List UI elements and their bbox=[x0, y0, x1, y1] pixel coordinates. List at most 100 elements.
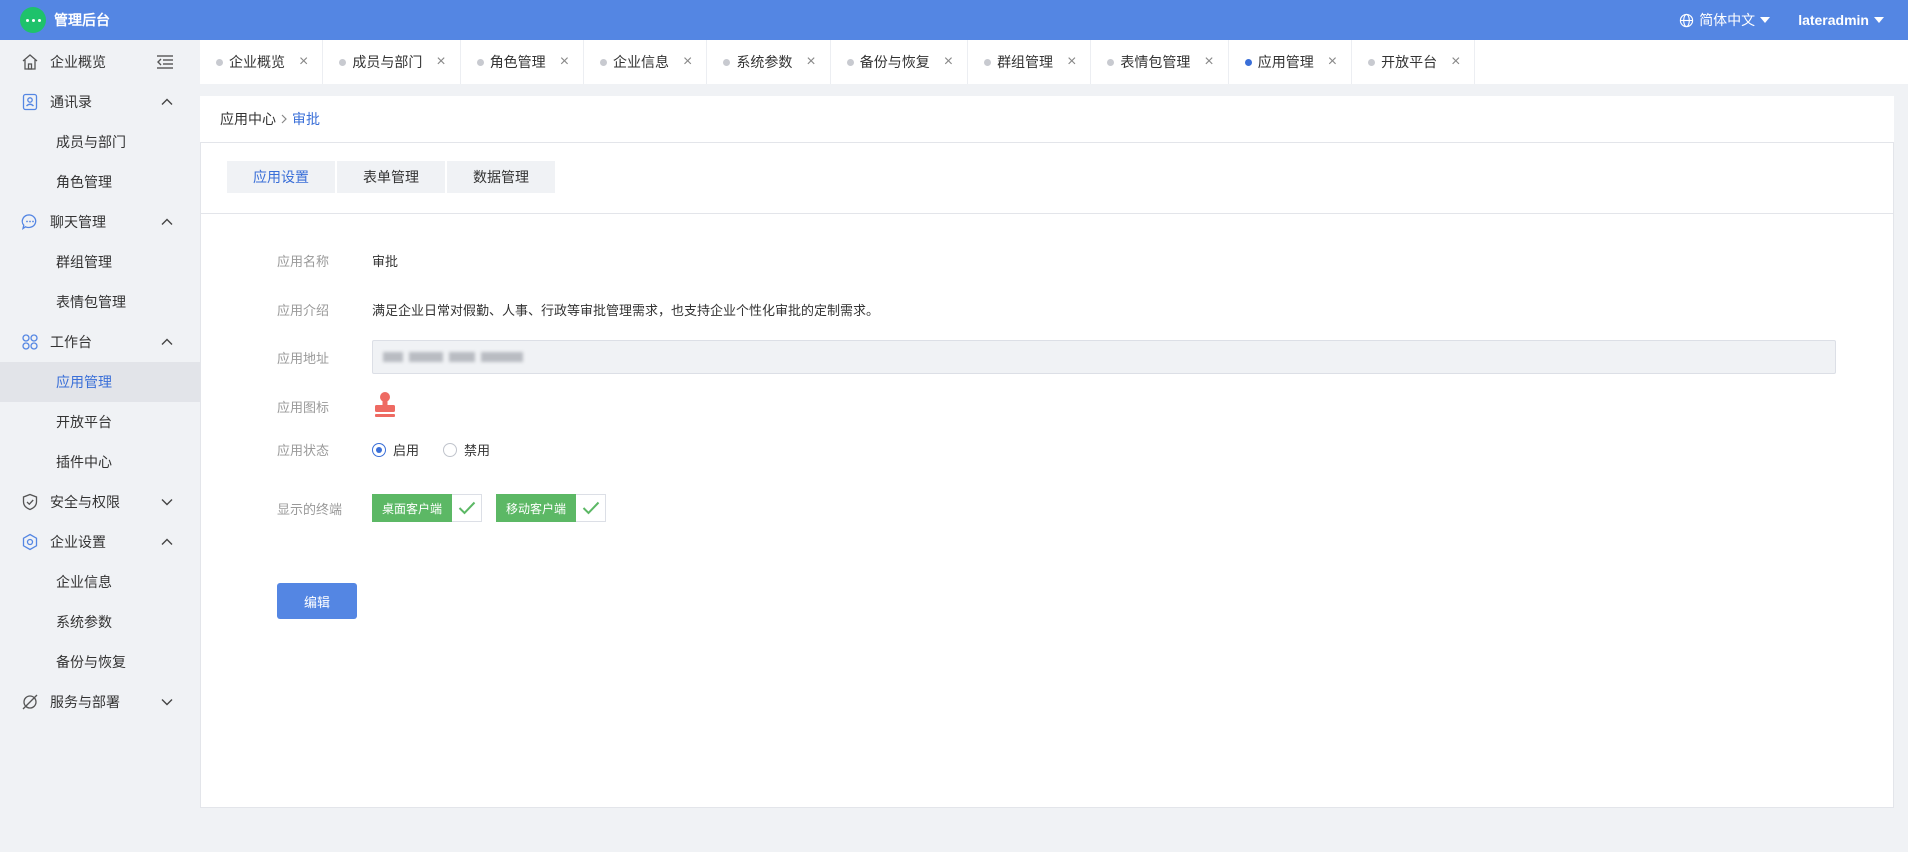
terminal-desktop-label: 桌面客户端 bbox=[372, 494, 453, 522]
language-selector[interactable]: 简体中文 bbox=[1679, 10, 1771, 30]
tab-stickers[interactable]: 表情包管理 × bbox=[1091, 40, 1229, 84]
close-icon[interactable]: × bbox=[944, 54, 953, 70]
app-intro-row: 应用介绍 满足企业日常对假勤、人事、行政等审批管理需求，也支持企业个性化审批的定… bbox=[277, 300, 879, 319]
redacted-address bbox=[383, 352, 523, 362]
terminal-mobile-label: 移动客户端 bbox=[496, 494, 577, 522]
tab-label: 开放平台 bbox=[1381, 54, 1438, 70]
tab-label: 成员与部门 bbox=[352, 54, 423, 70]
tab-label: 企业概览 bbox=[229, 54, 285, 70]
terminals-label: 显示的终端 bbox=[277, 501, 343, 517]
terminal-mobile-tag[interactable]: 移动客户端 bbox=[496, 494, 607, 522]
radio-label: 启用 bbox=[393, 443, 420, 458]
status-enabled-radio[interactable]: 启用 bbox=[372, 440, 419, 459]
tab-roles[interactable]: 角色管理 × bbox=[461, 40, 585, 84]
app-logo[interactable]: 管理后台 bbox=[20, 7, 110, 33]
sidebar-item-contacts[interactable]: 通讯录 bbox=[0, 82, 200, 122]
close-icon[interactable]: × bbox=[1067, 54, 1076, 70]
edit-button[interactable]: 编辑 bbox=[277, 583, 357, 619]
close-icon[interactable]: × bbox=[1204, 54, 1213, 70]
tab-label: 表情包管理 bbox=[1120, 54, 1191, 70]
sidebar-item-plugin-center[interactable]: 插件中心 bbox=[0, 442, 200, 482]
sidebar-item-open-platform[interactable]: 开放平台 bbox=[0, 402, 200, 442]
tab-dot bbox=[1368, 58, 1376, 66]
app-settings-panel: 应用设置 表单管理 数据管理 应用名称 审批 应用介绍 满足企业日常对假勤、人事… bbox=[200, 142, 1894, 808]
divider bbox=[201, 213, 1893, 214]
tab-backup[interactable]: 备份与恢复 × bbox=[831, 40, 969, 84]
status-disabled-radio[interactable]: 禁用 bbox=[443, 440, 490, 459]
sidebar-item-enterprise-settings[interactable]: 企业设置 bbox=[0, 522, 200, 562]
chat-icon bbox=[20, 212, 40, 232]
tab-dot bbox=[339, 58, 347, 66]
check-icon bbox=[452, 494, 483, 522]
sidebar-item-roles[interactable]: 角色管理 bbox=[0, 162, 200, 202]
tab-label: 企业信息 bbox=[613, 54, 670, 70]
chevron-up-icon bbox=[160, 335, 174, 352]
language-label: 简体中文 bbox=[1699, 12, 1756, 28]
sidebar-item-label: 服务与部署 bbox=[50, 694, 120, 710]
app-icon-row: 应用图标 bbox=[277, 391, 398, 422]
sidebar-item-label: 企业设置 bbox=[50, 534, 106, 550]
chevron-up-icon bbox=[160, 215, 174, 232]
tab-dot bbox=[846, 58, 854, 66]
tab-dot bbox=[723, 58, 731, 66]
tab-open-platform[interactable]: 开放平台 × bbox=[1352, 40, 1476, 84]
tab-app-management[interactable]: 应用管理 × bbox=[1229, 40, 1353, 84]
sidebar-item-label: 工作台 bbox=[50, 334, 92, 350]
subtab-data-management[interactable]: 数据管理 bbox=[447, 161, 555, 193]
app-icon-label: 应用图标 bbox=[277, 400, 330, 415]
sidebar-item-workbench[interactable]: 工作台 bbox=[0, 322, 200, 362]
radio-label: 禁用 bbox=[464, 443, 491, 458]
breadcrumb: 应用中心 审批 bbox=[200, 96, 1894, 142]
home-icon bbox=[20, 52, 40, 72]
shield-icon bbox=[20, 492, 40, 512]
terminal-desktop-tag[interactable]: 桌面客户端 bbox=[372, 494, 483, 522]
chevron-down-icon bbox=[160, 495, 174, 512]
tab-label: 群组管理 bbox=[997, 54, 1054, 70]
tab-overview[interactable]: 企业概览 × bbox=[200, 40, 324, 84]
tab-label: 应用管理 bbox=[1257, 54, 1314, 70]
sidebar: 企业概览 通讯录 成员与部门 角色管理 聊天管理 群组管理 表情包管理 工作台 … bbox=[0, 40, 200, 852]
app-name-value: 审批 bbox=[372, 254, 399, 269]
close-icon[interactable]: × bbox=[560, 54, 569, 70]
sidebar-item-label: 企业概览 bbox=[50, 54, 106, 70]
sidebar-item-stickers[interactable]: 表情包管理 bbox=[0, 282, 200, 322]
chat-logo-icon bbox=[20, 7, 46, 33]
tab-enterprise-info[interactable]: 企业信息 × bbox=[584, 40, 708, 84]
sidebar-item-chat[interactable]: 聊天管理 bbox=[0, 202, 200, 242]
close-icon[interactable]: × bbox=[1328, 54, 1337, 70]
close-icon[interactable]: × bbox=[1451, 54, 1460, 70]
close-icon[interactable]: × bbox=[436, 54, 445, 70]
sidebar-item-backup[interactable]: 备份与恢复 bbox=[0, 642, 200, 682]
tab-members[interactable]: 成员与部门 × bbox=[323, 40, 461, 84]
tab-dot bbox=[984, 58, 992, 66]
sidebar-item-overview[interactable]: 企业概览 bbox=[0, 42, 200, 82]
radio-selected-icon bbox=[372, 442, 386, 457]
radio-unselected-icon bbox=[443, 442, 458, 457]
tab-system-params[interactable]: 系统参数 × bbox=[707, 40, 831, 84]
close-icon[interactable]: × bbox=[806, 54, 815, 70]
contacts-icon bbox=[20, 92, 40, 112]
app-address-row: 应用地址 bbox=[277, 340, 1836, 374]
sub-tabs: 应用设置 表单管理 数据管理 bbox=[227, 161, 555, 193]
breadcrumb-current: 审批 bbox=[292, 111, 320, 127]
terminals-row: 显示的终端 桌面客户端 移动客户端 bbox=[277, 494, 620, 522]
sidebar-item-security[interactable]: 安全与权限 bbox=[0, 482, 200, 522]
caret-down-icon bbox=[1760, 17, 1771, 23]
sidebar-item-members[interactable]: 成员与部门 bbox=[0, 122, 200, 162]
breadcrumb-parent[interactable]: 应用中心 bbox=[220, 109, 276, 129]
sidebar-item-app-management[interactable]: 应用管理 bbox=[0, 362, 200, 402]
subtab-form-management[interactable]: 表单管理 bbox=[337, 161, 445, 193]
subtab-app-settings[interactable]: 应用设置 bbox=[227, 161, 335, 193]
sidebar-item-deployment[interactable]: 服务与部署 bbox=[0, 682, 200, 722]
sidebar-item-groups[interactable]: 群组管理 bbox=[0, 242, 200, 282]
collapse-menu-icon[interactable] bbox=[156, 54, 174, 73]
user-menu[interactable]: lateradmin bbox=[1798, 12, 1884, 28]
tab-groups[interactable]: 群组管理 × bbox=[968, 40, 1092, 84]
tab-dot bbox=[1244, 58, 1252, 66]
sidebar-item-system-params[interactable]: 系统参数 bbox=[0, 602, 200, 642]
close-icon[interactable]: × bbox=[683, 54, 692, 70]
globe-icon bbox=[1680, 13, 1694, 27]
sidebar-item-label: 通讯录 bbox=[50, 94, 92, 110]
close-icon[interactable]: × bbox=[299, 54, 308, 70]
sidebar-item-enterprise-info[interactable]: 企业信息 bbox=[0, 562, 200, 602]
